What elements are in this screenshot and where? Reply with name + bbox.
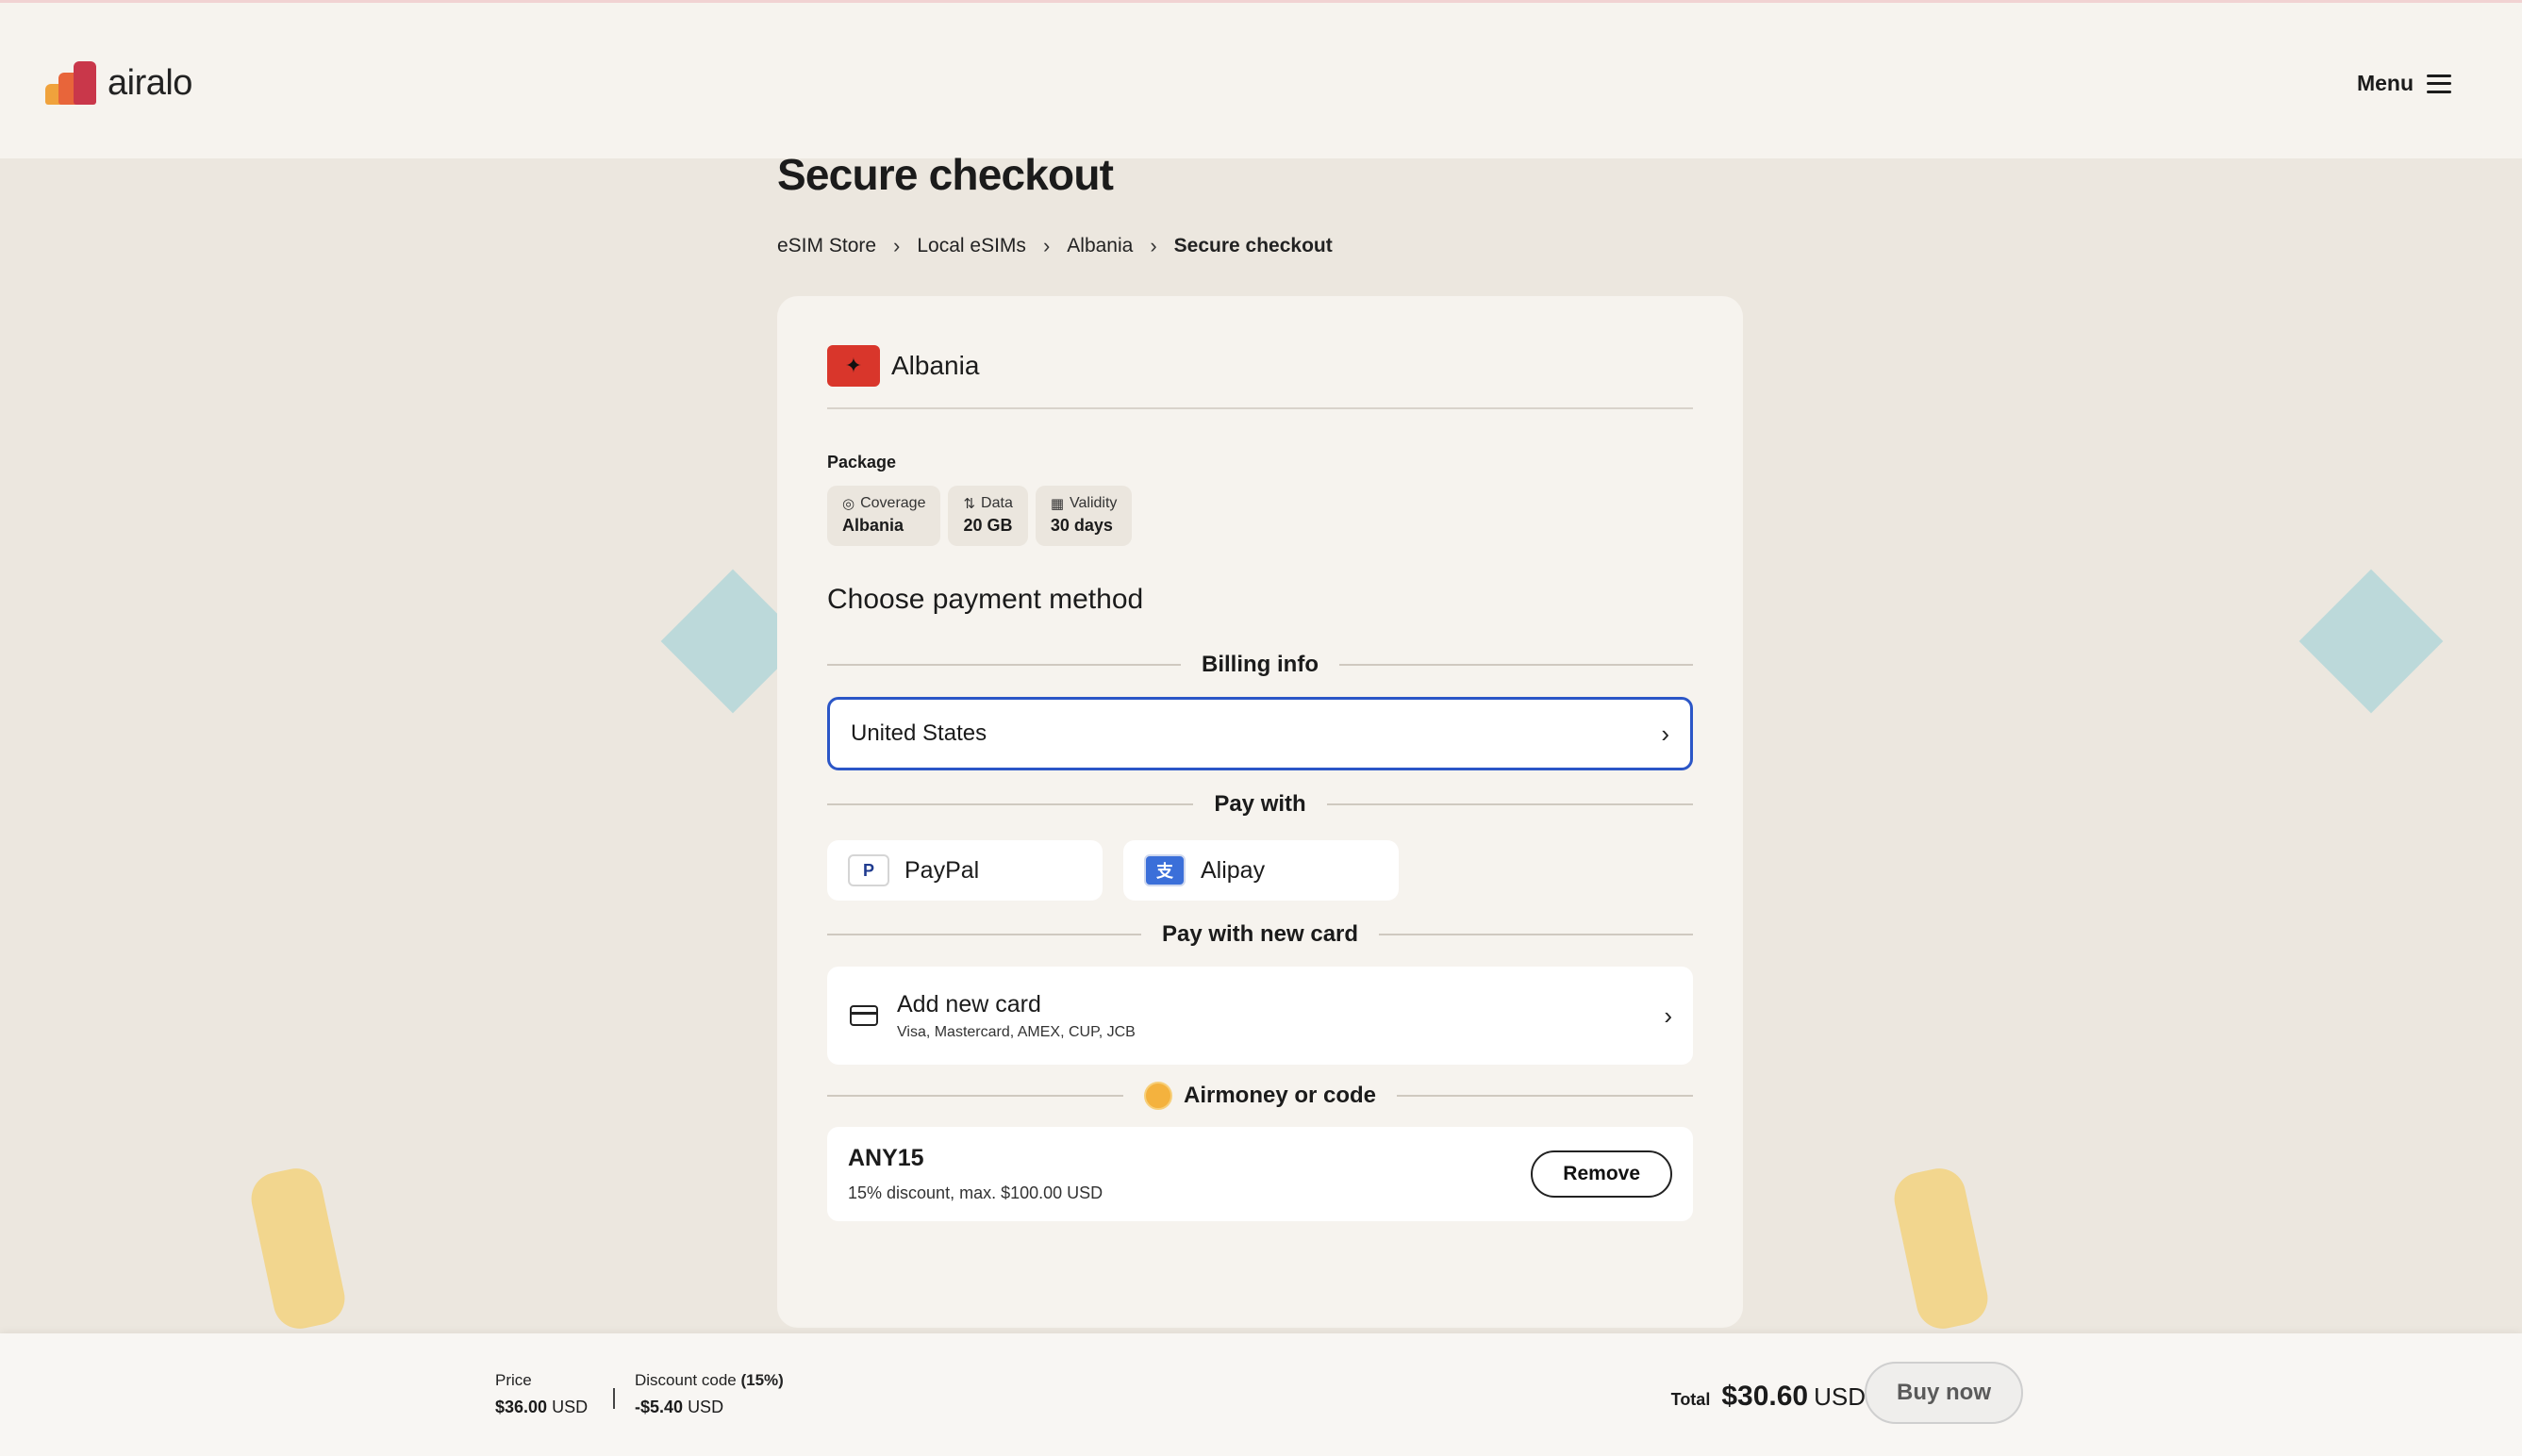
price-summary: Price $36.00 USD — [495, 1371, 588, 1417]
airmoney-label: Airmoney or code — [1183, 1083, 1377, 1108]
chip-value: Albania — [842, 516, 904, 535]
airmoney-separator: Airmoney or code — [827, 1082, 1694, 1110]
price-value: $36.00 — [495, 1398, 548, 1416]
location-pin-icon: ◎ — [842, 496, 855, 512]
pay-with-label: Pay with — [1214, 791, 1306, 817]
decorative-pill-right — [1889, 1163, 1993, 1334]
summary-divider — [613, 1388, 615, 1409]
remove-code-button[interactable]: Remove — [1531, 1150, 1672, 1198]
validity-chip: ▦ Validity 30 days — [1035, 486, 1133, 546]
pay-with-separator: Pay with — [827, 791, 1694, 818]
alipay-button[interactable]: 支 Alipay — [1123, 840, 1399, 901]
chevron-right-icon: › — [1661, 719, 1669, 748]
breadcrumb-current: Secure checkout — [1173, 235, 1333, 256]
discount-summary: Discount code (15%) -$5.40 USD — [635, 1371, 784, 1417]
data-chip: ⇅ Data 20 GB — [948, 486, 1028, 546]
credit-card-icon — [850, 1005, 878, 1026]
total-unit: USD — [1814, 1382, 1866, 1411]
hamburger-icon — [2427, 74, 2451, 93]
billing-info-separator: Billing info — [827, 652, 1694, 678]
checkout-summary-bar: Price $36.00 USD Discount code (15%) -$5… — [0, 1333, 2522, 1456]
chip-value: 30 days — [1050, 516, 1113, 535]
add-card-title: Add new card — [897, 990, 1041, 1018]
airalo-logo[interactable]: airalo — [45, 61, 192, 105]
logo-text: airalo — [108, 62, 192, 103]
billing-info-label: Billing info — [1202, 652, 1319, 677]
new-card-label: Pay with new card — [1161, 921, 1359, 947]
paypal-label: PayPal — [904, 856, 980, 884]
coverage-chip: ◎ Coverage Albania — [827, 486, 941, 546]
total-summary: Total $30.60 USD — [1671, 1381, 1866, 1413]
page-title: Secure checkout — [777, 150, 1114, 199]
site-header: airalo Menu — [0, 0, 2522, 158]
decorative-diamond-right — [2298, 569, 2444, 714]
breadcrumb-local-esims[interactable]: Local eSIMs — [917, 235, 1026, 257]
chip-label: Validity — [1070, 495, 1118, 511]
breadcrumb: eSIM Store › Local eSIMs › Albania › Sec… — [777, 234, 1333, 258]
albania-flag-icon: ✦ — [827, 345, 880, 387]
billing-country-value: United States — [851, 720, 987, 746]
menu-button[interactable]: Menu — [2357, 71, 2451, 96]
price-unit: USD — [552, 1398, 589, 1416]
data-arrows-icon: ⇅ — [963, 496, 976, 512]
decorative-pill-left — [246, 1163, 350, 1334]
chip-label: Coverage — [860, 495, 926, 511]
add-new-card-button[interactable]: Add new card Visa, Mastercard, AMEX, CUP… — [827, 967, 1693, 1065]
chip-label: Data — [981, 495, 1013, 511]
new-card-separator: Pay with new card — [827, 921, 1694, 948]
add-card-subtitle: Visa, Mastercard, AMEX, CUP, JCB — [897, 1023, 1136, 1040]
paypal-button[interactable]: P PayPal — [827, 840, 1103, 901]
alipay-icon: 支 — [1144, 854, 1186, 886]
chip-value: 20 GB — [963, 516, 1013, 535]
package-label: Package — [827, 453, 897, 472]
alipay-label: Alipay — [1201, 856, 1266, 884]
code-name: ANY15 — [848, 1145, 924, 1171]
logo-mark-icon — [45, 61, 100, 105]
calendar-icon: ▦ — [1050, 496, 1065, 512]
buy-now-button[interactable]: Buy now — [1865, 1362, 2023, 1424]
total-label: Total — [1670, 1390, 1711, 1409]
discount-percent: (15%) — [740, 1371, 784, 1389]
chevron-right-icon: › — [893, 234, 901, 257]
applied-code: ANY15 15% discount, max. $100.00 USD Rem… — [827, 1127, 1693, 1221]
breadcrumb-albania[interactable]: Albania — [1067, 235, 1133, 257]
airmoney-coin-icon — [1143, 1082, 1172, 1110]
menu-label: Menu — [2356, 71, 2414, 95]
checkout-card: ✦ Albania Package ◎ Coverage Albania ⇅ Dat… — [777, 296, 1743, 1328]
payment-method-title: Choose payment method — [827, 584, 1144, 615]
paypal-icon: P — [848, 854, 889, 886]
pay-options: P PayPal 支 Alipay — [827, 840, 1693, 901]
package-chips: ◎ Coverage Albania ⇅ Data 20 GB ▦ Validity … — [827, 486, 1693, 546]
discount-unit: USD — [688, 1398, 724, 1416]
breadcrumb-esim-store[interactable]: eSIM Store — [777, 235, 876, 257]
discount-label: Discount code — [635, 1371, 737, 1389]
chevron-right-icon: › — [1042, 234, 1051, 257]
chevron-right-icon: › — [1150, 234, 1157, 257]
country-name: Albania — [891, 351, 980, 380]
total-value: $30.60 — [1721, 1381, 1809, 1412]
discount-value: -$5.40 — [635, 1398, 684, 1416]
country-header: ✦ Albania — [827, 345, 1693, 387]
code-description: 15% discount, max. $100.00 USD — [848, 1183, 1103, 1202]
chevron-right-icon: › — [1664, 1001, 1672, 1030]
divider — [827, 407, 1693, 409]
billing-country-select[interactable]: United States › — [827, 697, 1693, 770]
price-label: Price — [495, 1371, 532, 1389]
